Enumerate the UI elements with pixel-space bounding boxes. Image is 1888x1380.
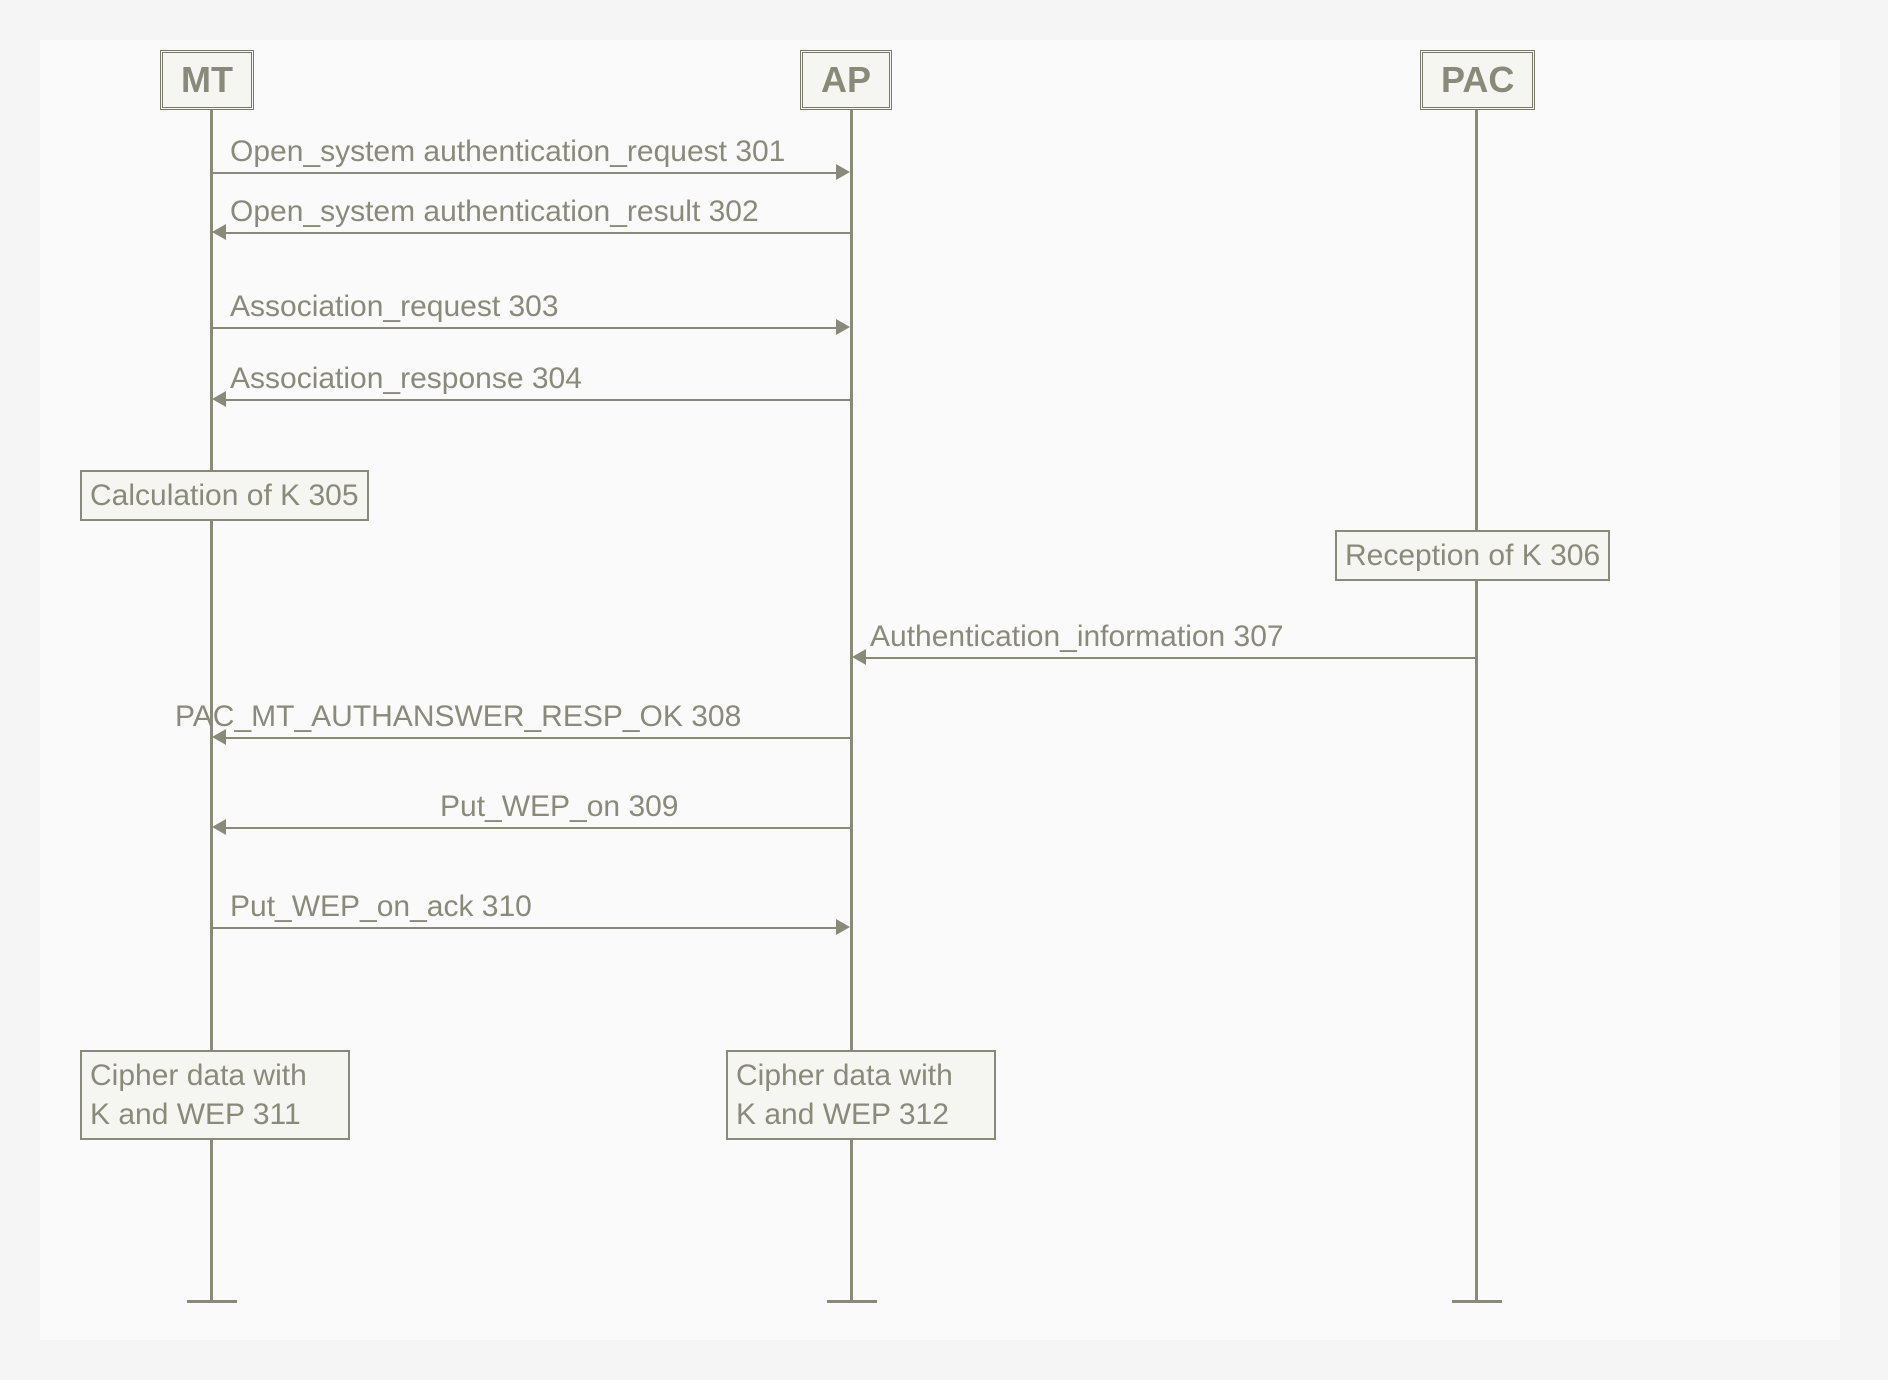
msg-308-arrow (212, 729, 226, 745)
activity-312-label: Cipher data with K and WEP 312 (736, 1056, 986, 1134)
actor-mt-label: MT (181, 59, 233, 100)
sequence-diagram: MT AP PAC Open_system authentication_req… (40, 40, 1840, 1340)
msg-302-line (226, 232, 850, 234)
actor-mt: MT (160, 50, 254, 110)
msg-309-label: Put_WEP_on 309 (440, 790, 679, 824)
msg-303-arrow (836, 319, 850, 335)
lifeline-end-pac (1452, 1300, 1502, 1303)
lifeline-end-ap (827, 1300, 877, 1303)
msg-304-label: Association_response 304 (230, 362, 582, 396)
lifeline-end-mt (187, 1300, 237, 1303)
msg-303-label: Association_request 303 (230, 290, 559, 324)
activity-305-label: Calculation of K 305 (90, 479, 359, 512)
activity-306-label: Reception of K 306 (1345, 539, 1600, 572)
activity-305: Calculation of K 305 (80, 470, 369, 521)
actor-pac: PAC (1420, 50, 1535, 110)
msg-310-line (212, 927, 836, 929)
msg-301-line (212, 172, 836, 174)
activity-312: Cipher data with K and WEP 312 (726, 1050, 996, 1140)
activity-311: Cipher data with K and WEP 311 (80, 1050, 350, 1140)
msg-308-line (226, 737, 850, 739)
msg-301-label: Open_system authentication_request 301 (230, 135, 785, 169)
activity-311-label: Cipher data with K and WEP 311 (90, 1056, 340, 1134)
msg-304-line (226, 399, 850, 401)
actor-ap-label: AP (821, 59, 871, 100)
msg-302-arrow (212, 224, 226, 240)
actor-pac-label: PAC (1441, 59, 1514, 100)
msg-310-label: Put_WEP_on_ack 310 (230, 890, 532, 924)
msg-303-line (212, 327, 836, 329)
msg-310-arrow (836, 919, 850, 935)
msg-304-arrow (212, 391, 226, 407)
activity-306: Reception of K 306 (1335, 530, 1610, 581)
msg-309-line (226, 827, 850, 829)
msg-308-label: PAC_MT_AUTHANSWER_RESP_OK 308 (175, 700, 741, 734)
actor-ap: AP (800, 50, 892, 110)
msg-307-arrow (852, 649, 866, 665)
msg-307-label: Authentication_information 307 (870, 620, 1284, 654)
msg-309-arrow (212, 819, 226, 835)
msg-307-line (866, 657, 1475, 659)
lifeline-pac (1475, 110, 1478, 1300)
msg-302-label: Open_system authentication_result 302 (230, 195, 759, 229)
msg-301-arrow (836, 164, 850, 180)
